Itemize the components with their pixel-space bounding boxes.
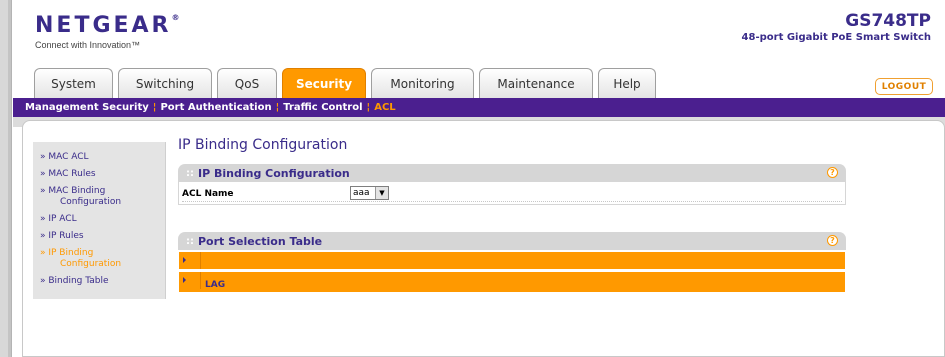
binding-panel-title: IP Binding Configuration xyxy=(198,166,350,180)
main-tabs: System Switching QoS Security Monitoring… xyxy=(34,68,661,99)
sidebar-item-binding-table[interactable]: » Binding Table xyxy=(33,276,165,287)
subnav-traffic-control[interactable]: Traffic Control xyxy=(283,102,362,113)
tab-maintenance[interactable]: Maintenance xyxy=(479,68,593,98)
sidebar: » MAC ACL » MAC Rules » MAC Binding Conf… xyxy=(33,142,166,299)
help-icon[interactable]: ? xyxy=(827,167,838,178)
triangle-right-icon xyxy=(183,257,186,263)
sidebar-item-label-cont: Configuration xyxy=(60,259,122,269)
subnav-separator: ¦ xyxy=(366,102,371,113)
left-frame xyxy=(0,0,12,357)
tab-monitoring[interactable]: Monitoring xyxy=(371,68,474,98)
sub-navigation: Management Security ¦ Port Authenticatio… xyxy=(13,98,945,117)
sidebar-item-ip-rules[interactable]: » IP Rules xyxy=(33,231,165,242)
sidebar-item-ip-acl[interactable]: » IP ACL xyxy=(33,214,165,225)
logout-button[interactable]: LOGOUT xyxy=(875,78,933,95)
registered-icon: ® xyxy=(171,13,180,22)
sidebar-item-label: » IP Binding xyxy=(40,248,94,258)
sidebar-item-label-cont: Configuration xyxy=(60,197,122,207)
port-panel-title: Port Selection Table xyxy=(198,234,323,248)
port-panel-header: :: Port Selection Table ? xyxy=(178,232,846,250)
tab-switching[interactable]: Switching xyxy=(118,68,212,98)
chevron-down-icon[interactable]: ▼ xyxy=(375,187,388,199)
left-frame-edge xyxy=(8,0,11,357)
model-description: 48-port Gigabit PoE Smart Switch xyxy=(741,32,931,43)
sidebar-item-mac-rules[interactable]: » MAC Rules xyxy=(33,169,165,180)
port-row-lag: LAG xyxy=(178,271,846,293)
tab-security[interactable]: Security xyxy=(282,68,366,99)
subnav-separator: ¦ xyxy=(275,102,280,113)
grip-icon: :: xyxy=(186,167,194,179)
expand-toggle[interactable] xyxy=(179,272,201,289)
header: NETGEAR® Connect with Innovation™ GS748T… xyxy=(13,0,945,68)
subnav-management-security[interactable]: Management Security xyxy=(25,102,149,113)
row-divider xyxy=(182,201,842,202)
binding-panel-body: ACL Name aaa ▼ xyxy=(178,182,846,205)
subnav-port-authentication[interactable]: Port Authentication xyxy=(160,102,271,113)
page-title: IP Binding Configuration xyxy=(178,137,348,153)
triangle-right-icon xyxy=(183,277,186,283)
acl-name-select[interactable]: aaa ▼ xyxy=(350,186,389,200)
expand-toggle[interactable] xyxy=(179,252,201,269)
port-row-label: LAG xyxy=(205,280,226,290)
grip-icon: :: xyxy=(186,235,194,247)
sidebar-item-mac-binding[interactable]: » MAC Binding Configuration xyxy=(33,186,165,208)
acl-name-label: ACL Name xyxy=(182,189,234,199)
tab-help[interactable]: Help xyxy=(598,68,656,98)
help-icon[interactable]: ? xyxy=(827,235,838,246)
tagline: Connect with Innovation™ xyxy=(35,40,141,50)
tab-system[interactable]: System xyxy=(34,68,113,98)
subnav-separator: ¦ xyxy=(152,102,157,113)
sidebar-item-label: » MAC Binding xyxy=(40,186,106,196)
sidebar-item-mac-acl[interactable]: » MAC ACL xyxy=(33,152,165,163)
model-name: GS748TP xyxy=(845,11,931,31)
binding-panel-header: :: IP Binding Configuration ? xyxy=(178,164,846,182)
subnav-acl[interactable]: ACL xyxy=(374,102,395,113)
logo-text: NETGEAR xyxy=(35,13,172,38)
netgear-logo: NETGEAR® xyxy=(35,13,180,38)
port-row-unit xyxy=(178,251,846,270)
tab-qos[interactable]: QoS xyxy=(217,68,277,98)
acl-name-value: aaa xyxy=(353,188,370,198)
sidebar-item-ip-binding[interactable]: » IP Binding Configuration xyxy=(33,248,165,270)
